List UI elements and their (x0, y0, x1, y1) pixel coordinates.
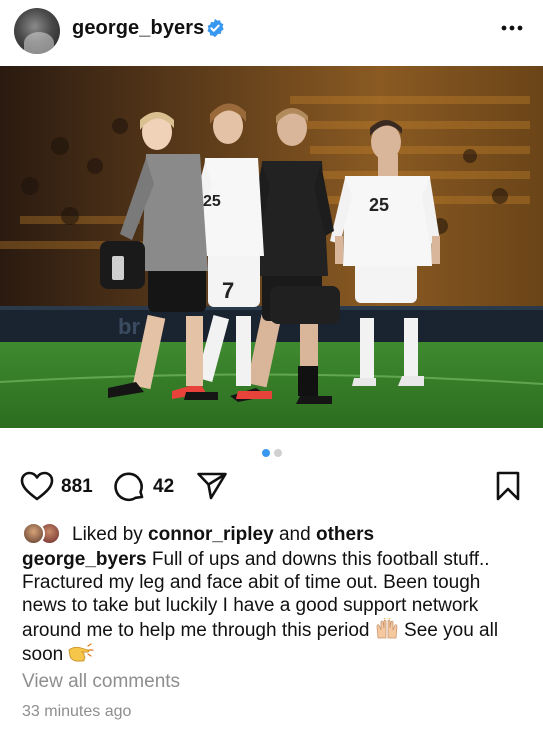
svg-text:25: 25 (203, 193, 221, 210)
post-photo[interactable]: br 25 7 25 (0, 66, 543, 428)
svg-text:25: 25 (369, 195, 389, 215)
post-timestamp: 33 minutes ago (22, 703, 132, 720)
svg-text:7: 7 (222, 278, 234, 303)
caption-username[interactable]: george_byers (22, 549, 147, 570)
carousel-indicator (0, 444, 543, 462)
heart-icon[interactable] (20, 471, 54, 501)
pointing-hand-emoji-icon (68, 643, 95, 662)
comment-count[interactable]: 42 (153, 476, 174, 498)
verified-badge-icon (207, 18, 224, 38)
action-bar: 881 42 (0, 468, 543, 504)
liked-by-others[interactable]: others (316, 524, 374, 545)
share-icon[interactable] (196, 471, 228, 501)
carousel-dot (273, 449, 282, 457)
comment-icon[interactable] (114, 471, 146, 503)
liked-by-user[interactable]: connor_ripley (148, 524, 274, 545)
liker-avatar[interactable] (22, 522, 45, 545)
liked-by-row: Liked by connor_ripley and others (22, 522, 522, 548)
svg-text:br: br (118, 314, 140, 339)
liked-by-and: and (273, 524, 316, 545)
post-author-username[interactable]: george_byers (72, 17, 204, 40)
liked-by-prefix: Liked by (72, 524, 149, 545)
football-players-photo: br 25 7 25 (0, 66, 543, 428)
profile-avatar[interactable] (14, 8, 60, 54)
carousel-dot-active (261, 449, 270, 457)
liked-by-text: Liked by connor_ripley and others (72, 524, 374, 546)
post-caption: george_byers Full of ups and downs this … (22, 548, 527, 666)
like-count[interactable]: 881 (61, 476, 93, 498)
more-options-icon[interactable] (499, 18, 525, 38)
raising-hands-emoji-icon (376, 617, 398, 639)
view-all-comments-link[interactable]: View all comments (22, 671, 180, 693)
bookmark-icon[interactable] (495, 471, 521, 501)
post-header: george_byers (0, 0, 543, 62)
